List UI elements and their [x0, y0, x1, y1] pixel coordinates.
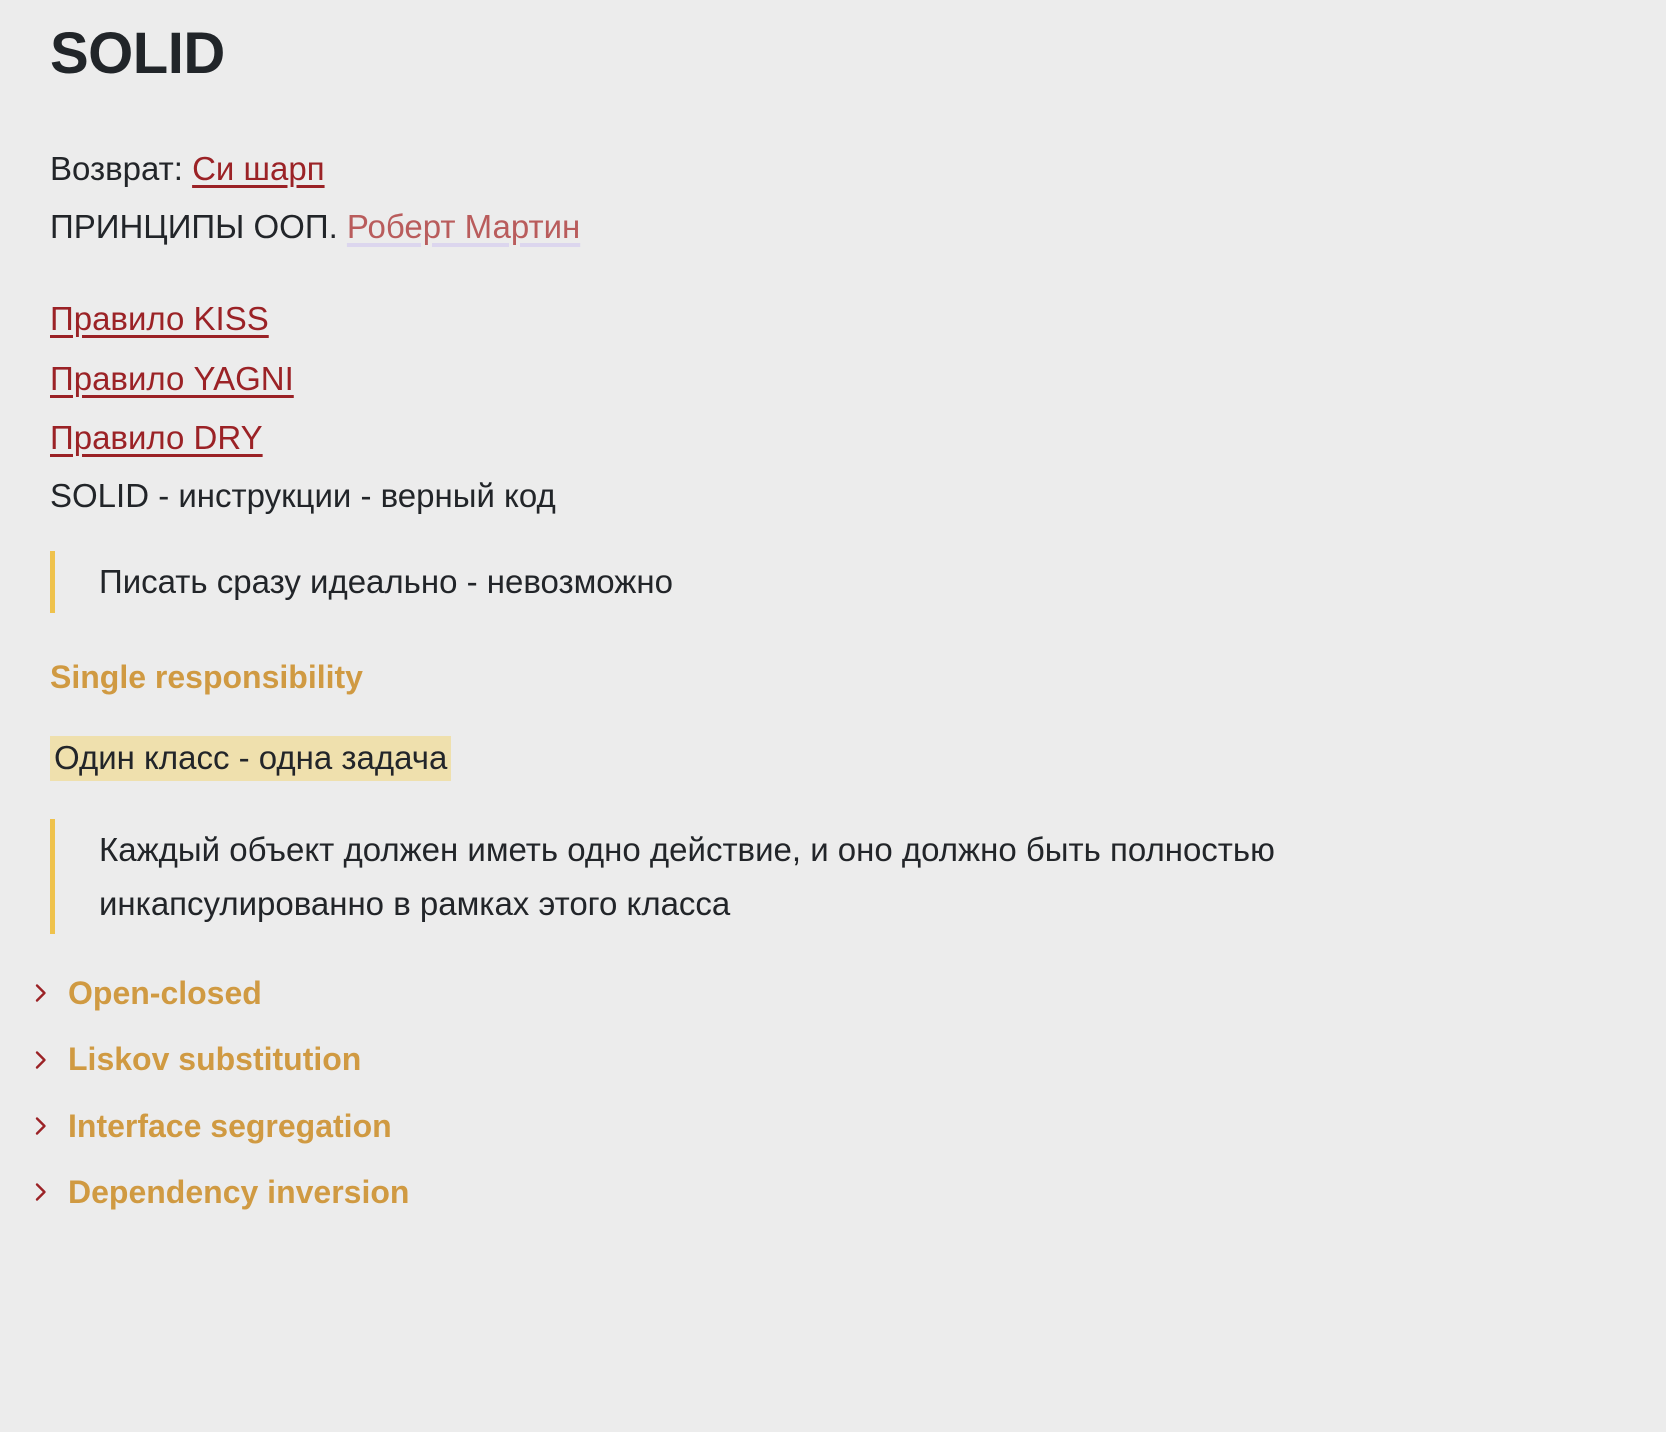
return-line: Возврат: Си шарп	[50, 140, 1616, 198]
link-rule-dry[interactable]: Правило DRY	[50, 419, 263, 456]
solid-statement: SOLID - инструкции - верный код	[50, 477, 556, 515]
chevron-right-icon[interactable]	[28, 1047, 54, 1073]
toggle-dependency-inversion[interactable]: Dependency inversion	[20, 1159, 1616, 1225]
toggle-label: Interface segregation	[68, 1107, 392, 1144]
link-rule-kiss[interactable]: Правило KISS	[50, 300, 269, 337]
toggle-interface-segregation[interactable]: Interface segregation	[20, 1093, 1616, 1159]
toggle-liskov-substitution[interactable]: Liskov substitution	[20, 1026, 1616, 1092]
principles-line: ПРИНЦИПЫ ООП. Роберт Мартин	[50, 198, 1616, 256]
return-label: Возврат:	[50, 149, 193, 187]
chevron-right-icon[interactable]	[28, 1179, 54, 1205]
chevron-right-icon[interactable]	[28, 980, 54, 1006]
toggle-list: Open-closed Liskov substitution Interfac…	[35, 960, 1616, 1226]
page-title: SOLID	[50, 21, 225, 86]
principles-label: ПРИНЦИПЫ ООП.	[50, 207, 347, 245]
link-robert-martin[interactable]: Роберт Мартин	[347, 208, 580, 245]
quote-write-perfect: Писать сразу идеально - невозможно	[50, 551, 1349, 613]
highlight-line: Один класс - одна задача	[50, 732, 1616, 785]
highlighted-text: Один класс - одна задача	[50, 736, 452, 782]
toggle-label: Liskov substitution	[68, 1041, 362, 1078]
link-rule-yagni[interactable]: Правило YAGNI	[50, 360, 294, 397]
content-column: SOLID Возврат: Си шарп ПРИНЦИПЫ ООП. Роб…	[0, 0, 1666, 1226]
toggle-open-closed[interactable]: Open-closed	[20, 960, 1616, 1026]
rule-line-dry: Правило DRY	[50, 408, 1616, 467]
link-c-sharp[interactable]: Си шарп	[192, 150, 324, 187]
quote-single-responsibility: Каждый объект должен иметь одно действие…	[50, 819, 1349, 934]
toggle-label: Dependency inversion	[68, 1174, 410, 1211]
chevron-right-icon[interactable]	[28, 1113, 54, 1139]
toggle-label: Open-closed	[68, 974, 262, 1011]
heading-single-responsibility: Single responsibility	[50, 658, 363, 695]
rule-line-yagni: Правило YAGNI	[50, 349, 1616, 408]
rule-line-kiss: Правило KISS	[50, 289, 1616, 348]
page-root: SOLID Возврат: Си шарп ПРИНЦИПЫ ООП. Роб…	[0, 0, 1666, 1432]
